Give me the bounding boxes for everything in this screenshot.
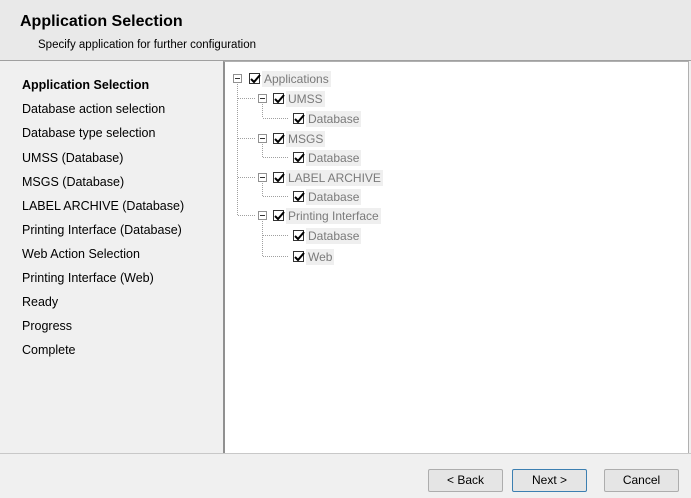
step-item: Application Selection <box>22 78 150 92</box>
step-item: Progress <box>22 319 73 333</box>
checkbox-applications[interactable] <box>249 73 261 84</box>
tree-node-label[interactable]: LABEL ARCHIVE <box>286 170 383 186</box>
checkbox-msgs-database[interactable] <box>293 152 305 163</box>
collapse-toggle-icon[interactable] <box>258 94 267 103</box>
step-item: LABEL ARCHIVE (Database) <box>22 199 185 213</box>
checkbox-printing-interface-database[interactable] <box>293 230 305 241</box>
step-item: Database action selection <box>22 102 166 116</box>
checkmark-icon <box>274 173 285 183</box>
step-item: Printing Interface (Web) <box>22 271 154 285</box>
tree-node-label[interactable]: Web <box>306 249 335 265</box>
checkmark-icon <box>294 114 305 124</box>
tree-node-label[interactable]: MSGS <box>286 131 326 147</box>
checkmark-icon <box>274 94 285 104</box>
tree-node-label[interactable]: Database <box>306 111 362 127</box>
collapse-toggle-icon[interactable] <box>233 74 242 83</box>
checkmark-icon <box>274 211 285 221</box>
step-item: Ready <box>22 295 59 309</box>
checkbox-label-archive[interactable] <box>273 172 285 183</box>
tree-node-label[interactable]: Database <box>306 228 362 244</box>
page-title: Application Selection <box>20 13 183 30</box>
checkbox-printing-interface[interactable] <box>273 210 285 221</box>
back-button[interactable]: < Back <box>428 469 503 492</box>
tree-node-label[interactable]: Database <box>306 189 362 205</box>
step-item: Database type selection <box>22 126 156 140</box>
step-item: Web Action Selection <box>22 247 140 261</box>
tree-node-label[interactable]: Printing Interface <box>286 208 381 224</box>
checkbox-msgs[interactable] <box>273 133 285 144</box>
checkmark-icon <box>294 192 305 202</box>
tree-node-label[interactable]: Applications <box>262 71 331 87</box>
collapse-toggle-icon[interactable] <box>258 173 267 182</box>
step-item: Printing Interface (Database) <box>22 223 182 237</box>
next-button[interactable]: Next > <box>512 469 587 492</box>
checkbox-label-archive-database[interactable] <box>293 191 305 202</box>
collapse-toggle-icon[interactable] <box>258 211 267 220</box>
cancel-button[interactable]: Cancel <box>604 469 679 492</box>
page-subtitle: Specify application for further configur… <box>38 39 256 51</box>
collapse-toggle-icon[interactable] <box>258 134 267 143</box>
checkmark-icon <box>294 231 305 241</box>
step-item: UMSS (Database) <box>22 151 124 165</box>
step-item: MSGS (Database) <box>22 175 125 189</box>
button-bar: < Back Next > Cancel <box>0 453 691 498</box>
tree-node-label[interactable]: UMSS <box>286 91 325 107</box>
checkbox-printing-interface-web[interactable] <box>293 251 305 262</box>
step-list: Application Selection Database action se… <box>0 61 222 453</box>
wizard-header: Application Selection Specify applicatio… <box>0 0 691 61</box>
tree-node-label[interactable]: Database <box>306 150 362 166</box>
checkmark-icon <box>250 74 261 84</box>
step-item: Complete <box>22 343 76 357</box>
checkmark-icon <box>274 134 285 144</box>
checkmark-icon <box>294 153 305 163</box>
checkbox-umss-database[interactable] <box>293 113 305 124</box>
application-tree[interactable]: Applications UMSS Database MSGS Database… <box>223 61 689 453</box>
checkmark-icon <box>294 252 305 262</box>
checkbox-umss[interactable] <box>273 93 285 104</box>
